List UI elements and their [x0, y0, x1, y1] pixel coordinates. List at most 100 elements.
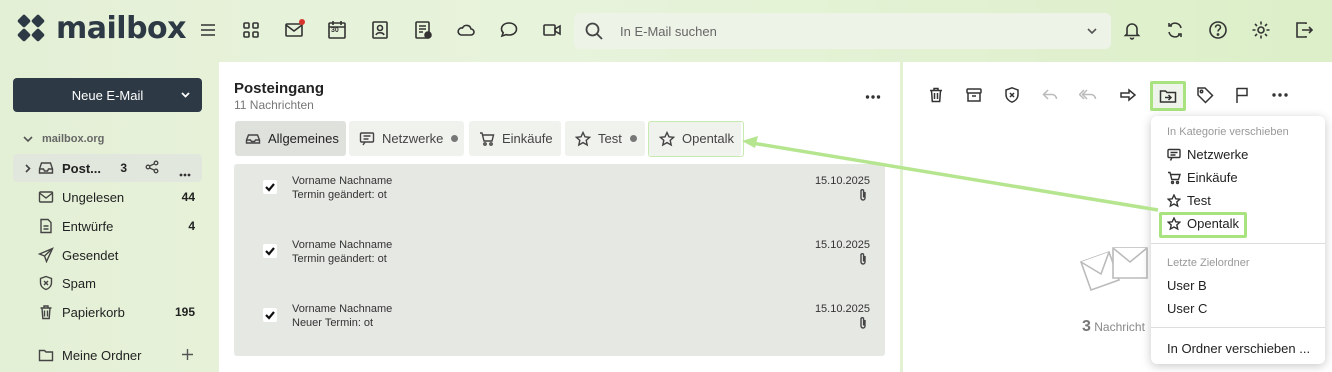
video-icon[interactable]	[541, 19, 563, 41]
reply-icon[interactable]	[1039, 84, 1061, 106]
more-icon[interactable]	[179, 165, 191, 180]
menu-item-label: User C	[1167, 301, 1208, 316]
menu-item-label: Einkäufe	[1187, 170, 1238, 185]
forward-icon[interactable]	[1117, 84, 1139, 106]
tab-label: Allgemeines	[268, 131, 339, 146]
menu-icon[interactable]	[197, 19, 219, 41]
unread-dot	[629, 135, 637, 142]
trash-icon	[38, 304, 55, 321]
folder-spam[interactable]: Spam	[13, 269, 202, 297]
tab-einkaeufe[interactable]: Einkäufe	[469, 121, 561, 156]
folder-label: Ungelesen	[62, 190, 125, 205]
cart-icon	[479, 131, 495, 147]
chevron-down-icon[interactable]	[1085, 24, 1099, 41]
more-icon[interactable]	[865, 88, 881, 103]
flag-icon[interactable]	[1231, 84, 1253, 106]
folder-trash[interactable]: Papierkorb 195	[13, 298, 202, 326]
message-date: 15.10.2025	[814, 303, 870, 315]
message-sender: Vorname Nachname	[292, 303, 393, 315]
archive-icon[interactable]	[963, 84, 985, 106]
chat-icon	[1167, 148, 1181, 161]
logo[interactable]: mailbox	[16, 11, 187, 46]
cart-icon	[1168, 171, 1181, 184]
folder-label: Post...	[62, 161, 102, 176]
folder-drafts[interactable]: Entwürfe 4	[13, 212, 202, 240]
menu-item-user-b[interactable]: User B	[1167, 278, 1207, 293]
send-icon	[37, 247, 55, 264]
sync-icon[interactable]	[1164, 19, 1186, 41]
menu-item-netzwerke[interactable]: Netzwerke	[1167, 147, 1248, 162]
gear-icon[interactable]	[1250, 19, 1272, 41]
checkbox[interactable]	[263, 180, 277, 194]
sidebar: Neue E-Mail mailbox.org Post... 3 Ungele…	[0, 62, 216, 372]
menu-item-move-to-folder[interactable]: In Ordner verschieben ...	[1167, 341, 1310, 356]
account-header[interactable]: mailbox.org	[22, 133, 104, 145]
help-icon[interactable]	[1207, 19, 1229, 41]
calendar-icon[interactable]: 30	[326, 19, 348, 41]
attachment-icon	[858, 252, 868, 269]
bell-icon[interactable]	[1121, 19, 1143, 41]
message-list: Vorname Nachname Termin geändert: ot 15.…	[234, 164, 885, 356]
attachment-icon	[858, 188, 868, 205]
chevron-down-icon[interactable]	[179, 88, 192, 104]
contacts-icon[interactable]	[369, 19, 391, 41]
add-folder-icon[interactable]	[181, 348, 194, 364]
folder-sent[interactable]: Gesendet	[13, 241, 202, 269]
search-bar[interactable]	[574, 13, 1111, 49]
folder-inbox[interactable]: Post... 3	[13, 154, 202, 182]
dropdown-heading: In Kategorie verschieben	[1167, 126, 1289, 138]
menu-item-highlight-frame	[1159, 212, 1247, 238]
move-to-category-icon[interactable]	[1150, 81, 1186, 111]
folder-label: Gesendet	[62, 248, 119, 263]
mail-icon[interactable]	[283, 19, 305, 41]
star-icon	[1167, 193, 1181, 207]
list-item[interactable]: Vorname Nachname Termin geändert: ot 15.…	[234, 228, 885, 292]
logout-icon[interactable]	[1293, 19, 1315, 41]
unread-dot	[451, 135, 459, 142]
menu-item-user-c[interactable]: User C	[1167, 301, 1207, 316]
folder-unread[interactable]: Ungelesen 44	[13, 183, 202, 211]
reply-all-icon[interactable]	[1077, 84, 1099, 106]
checkbox[interactable]	[263, 244, 277, 258]
tab-allgemeines[interactable]: Allgemeines	[235, 121, 346, 156]
page-title: Posteingang	[234, 80, 325, 97]
tab-highlight-frame	[648, 121, 744, 157]
chat-icon[interactable]	[498, 19, 520, 41]
search-input[interactable]	[620, 23, 1060, 39]
delete-icon[interactable]	[925, 84, 947, 106]
tasks-icon[interactable]	[412, 19, 434, 41]
message-count: 11 Nachrichten	[234, 98, 314, 112]
menu-item-label: In Ordner verschieben ...	[1167, 341, 1311, 356]
new-email-button[interactable]: Neue E-Mail	[13, 78, 202, 112]
menu-item-label: Netzwerke	[1187, 147, 1249, 162]
inbox-icon	[38, 160, 55, 177]
list-item[interactable]: Vorname Nachname Termin geändert: ot 15.…	[234, 164, 885, 228]
tab-label: Test	[598, 131, 622, 146]
my-folders[interactable]: Meine Ordner	[13, 341, 202, 369]
chevron-right-icon[interactable]	[22, 162, 33, 177]
menu-item-einkaeufe[interactable]: Einkäufe	[1167, 170, 1238, 185]
account-name: mailbox.org	[42, 133, 105, 145]
mail-icon	[38, 189, 55, 206]
spam-icon	[38, 275, 55, 292]
checkbox[interactable]	[263, 308, 277, 322]
tab-netzwerke[interactable]: Netzwerke	[349, 121, 464, 156]
cloud-icon[interactable]	[455, 19, 477, 41]
apps-icon[interactable]	[240, 19, 262, 41]
menu-item-test[interactable]: Test	[1167, 193, 1211, 208]
list-item[interactable]: Vorname Nachname Neuer Termin: ot 15.10.…	[234, 292, 885, 356]
tag-icon[interactable]	[1194, 84, 1216, 106]
message-subject: Neuer Termin: ot	[292, 317, 374, 329]
folder-label: Spam	[62, 276, 96, 291]
message-list-pane: Posteingang 11 Nachrichten Allgemeines N…	[219, 62, 900, 372]
more-icon[interactable]	[1269, 84, 1291, 106]
selected-number: 3	[1082, 318, 1091, 335]
folder-count: 195	[174, 305, 195, 319]
tab-test[interactable]: Test	[565, 121, 645, 156]
spam-icon[interactable]	[1001, 84, 1023, 106]
share-icon[interactable]	[145, 160, 159, 177]
logo-text: mailbox	[56, 11, 187, 46]
inbox-icon	[245, 131, 261, 147]
chat-icon	[359, 131, 375, 147]
logo-mark-icon	[17, 14, 45, 41]
